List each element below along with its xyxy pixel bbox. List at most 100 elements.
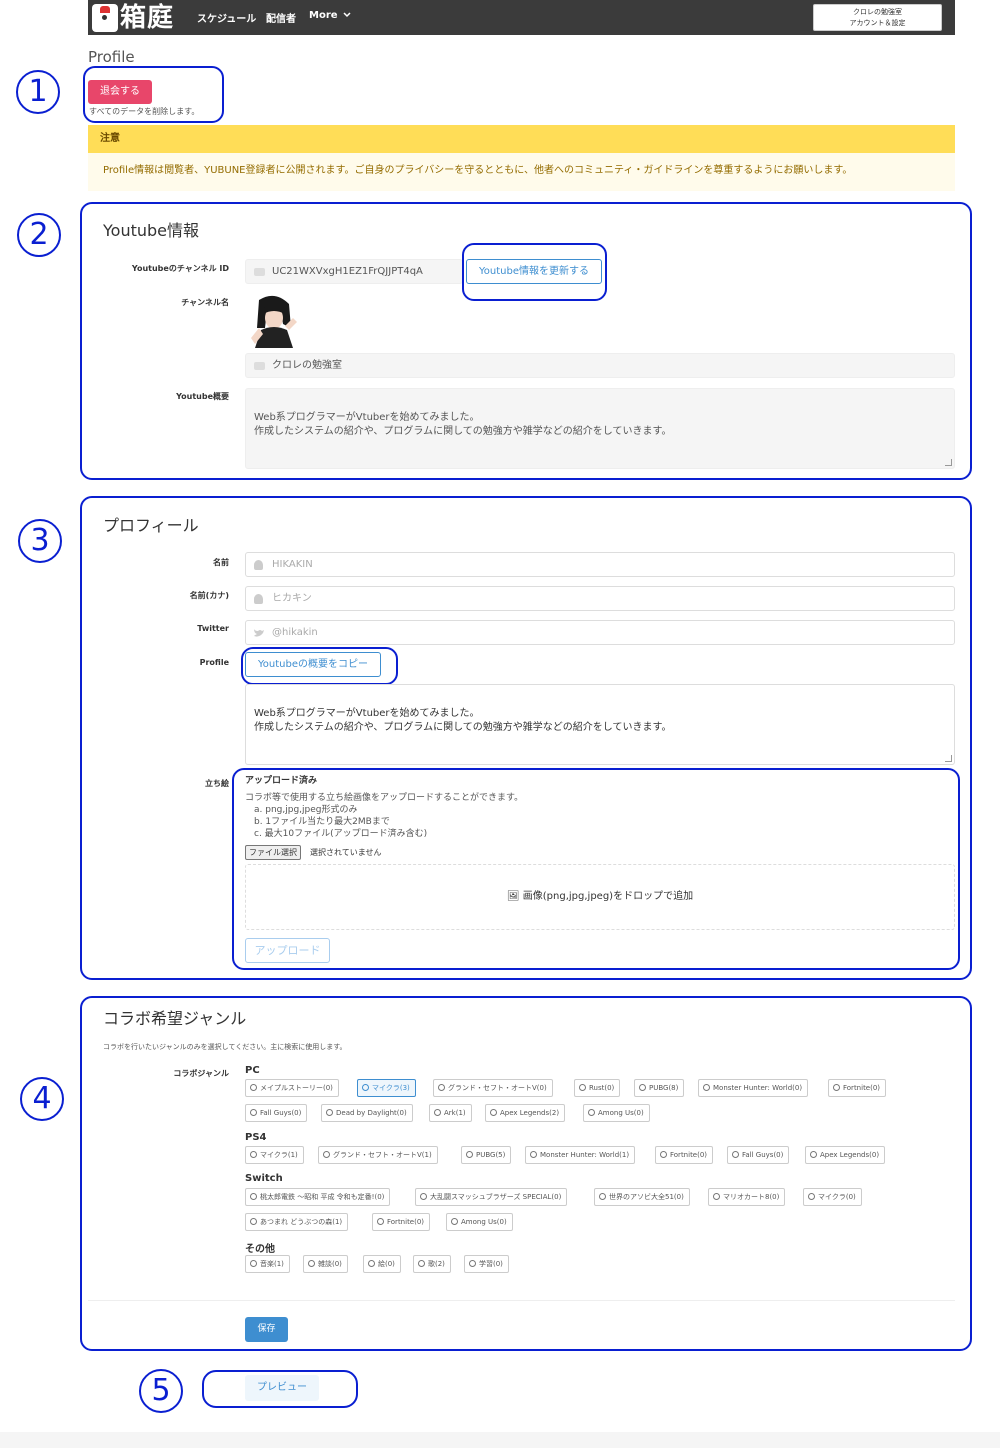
genre-tag-label: 歌(2)	[428, 1260, 445, 1268]
genre-tag-label: Apex Legends(0)	[820, 1151, 880, 1159]
genre-tag-label: Among Us(0)	[461, 1218, 507, 1226]
save-button[interactable]: 保存	[245, 1317, 288, 1342]
page: 箱庭 スケジュール 配信者 More クロレの勉強室 アカウント＆設定 Prof…	[0, 0, 1000, 1448]
genre-tag[interactable]: Monster Hunter: World(0)	[698, 1079, 809, 1097]
radio-circle-icon	[703, 1084, 710, 1091]
genre-tag[interactable]: 桃太郎電鉄 〜昭和 平成 令和も定番!(0)	[245, 1188, 391, 1206]
logo-text: 箱庭	[120, 3, 175, 33]
nav-link-streamers[interactable]: 配信者	[266, 10, 296, 25]
genre-tag[interactable]: PUBG(8)	[634, 1079, 685, 1097]
genre-tag-label: Fortnite(0)	[670, 1151, 708, 1159]
collab-genre-label: コラボジャンル	[173, 1069, 229, 1078]
genre-tag-selected[interactable]: マイクラ(3)	[357, 1079, 416, 1097]
genre-group-ps4: PS4	[245, 1132, 267, 1143]
channel-id-label: Youtubeのチャンネル ID	[131, 264, 229, 273]
genre-tag[interactable]: Among Us(0)	[583, 1104, 650, 1122]
genre-tag-label: 世界のアソビ大全51(0)	[609, 1193, 684, 1201]
genre-tag[interactable]: Fortnite(0)	[655, 1146, 714, 1164]
account-settings-button[interactable]: クロレの勉強室 アカウント＆設定	[813, 4, 942, 31]
genre-tag[interactable]: Fortnite(0)	[372, 1213, 431, 1231]
genre-tag[interactable]: マリオカート8(0)	[708, 1188, 786, 1206]
genre-tag-label: 雑談(0)	[318, 1260, 342, 1268]
youtube-section-title: Youtube情報	[103, 221, 199, 240]
radio-circle-icon	[250, 1260, 257, 1267]
genre-tag-label: マイクラ(1)	[260, 1151, 298, 1159]
genre-tag-label: PUBG(5)	[476, 1151, 506, 1159]
radio-circle-icon	[250, 1151, 257, 1158]
twitter-input[interactable]: @hikakin	[245, 620, 955, 645]
genre-group-pc: PC	[245, 1065, 260, 1076]
nav-link-schedule[interactable]: スケジュール	[197, 10, 256, 25]
genre-tag-label: Monster Hunter: World(1)	[540, 1151, 630, 1159]
genre-tag[interactable]: Rust(0)	[574, 1079, 621, 1097]
annotation-box-1	[83, 66, 224, 123]
genre-tag[interactable]: グランド・セフト・オートV(0)	[433, 1079, 553, 1097]
genre-tag-label: Apex Legends(2)	[500, 1109, 560, 1117]
genre-tag[interactable]: あつまれ どうぶつの森(1)	[245, 1213, 349, 1231]
nav-link-more[interactable]: More	[309, 10, 351, 21]
annotation-number-3: 3	[18, 519, 62, 563]
youtube-summary-label: Youtube概要	[176, 392, 229, 401]
radio-circle-icon	[250, 1193, 257, 1200]
genre-tag-label: Dead by Daylight(0)	[336, 1109, 407, 1117]
kana-input[interactable]: ヒカキン	[245, 586, 955, 611]
genre-tag[interactable]: マイクラ(0)	[803, 1188, 862, 1206]
genre-tag[interactable]: Fall Guys(0)	[727, 1146, 790, 1164]
annotation-box-5	[202, 1370, 358, 1408]
genre-tag[interactable]: グランド・セフト・オートV(1)	[318, 1146, 438, 1164]
site-logo[interactable]: 箱庭	[92, 2, 186, 34]
genre-tag[interactable]: Dead by Daylight(0)	[321, 1104, 413, 1122]
genre-tag[interactable]: 絵(0)	[363, 1255, 401, 1273]
radio-circle-icon	[420, 1193, 427, 1200]
name-input[interactable]: HIKAKIN	[245, 552, 955, 577]
annotation-box-refresh	[462, 243, 607, 301]
genre-tag[interactable]: 雑談(0)	[303, 1255, 348, 1273]
genre-tag[interactable]: 世界のアソビ大全51(0)	[594, 1188, 690, 1206]
resize-handle-icon	[945, 459, 952, 466]
genre-tag[interactable]: 学習(0)	[464, 1255, 509, 1273]
genre-tag[interactable]: Fall Guys(0)	[245, 1104, 308, 1122]
genre-tag[interactable]: Apex Legends(2)	[485, 1104, 566, 1122]
radio-circle-icon	[418, 1260, 425, 1267]
genre-tag[interactable]: Fortnite(0)	[828, 1079, 887, 1097]
genre-tag-label: Rust(0)	[589, 1084, 615, 1092]
radio-circle-icon	[530, 1151, 537, 1158]
twitter-bird-icon	[254, 629, 264, 637]
channel-id-field: UC21WXVxgH1EZ1FrQJJPT4qA	[245, 259, 463, 284]
genre-tag-label: メイプルストーリー(0)	[260, 1084, 333, 1092]
genre-tag[interactable]: PUBG(5)	[461, 1146, 512, 1164]
twitter-label: Twitter	[197, 624, 229, 633]
genre-tag[interactable]: 歌(2)	[413, 1255, 451, 1273]
genre-tag[interactable]: Ark(1)	[429, 1104, 472, 1122]
radio-circle-icon	[833, 1084, 840, 1091]
radio-circle-icon	[250, 1109, 257, 1116]
radio-circle-icon	[713, 1193, 720, 1200]
notice-title: 注意	[88, 125, 955, 153]
section-divider	[88, 1300, 955, 1301]
genre-tag-label: グランド・セフト・オートV(1)	[333, 1151, 432, 1159]
kana-label: 名前(カナ)	[189, 591, 229, 600]
genre-tag[interactable]: Apex Legends(0)	[805, 1146, 886, 1164]
channel-name-field: クロレの勉強室	[245, 353, 955, 378]
chevron-down-icon	[343, 12, 351, 18]
genre-tag[interactable]: マイクラ(1)	[245, 1146, 304, 1164]
user-icon	[254, 560, 263, 570]
profile-textarea[interactable]: Web系プログラマーがVtuberを始めてみました。 作成したシステムの紹介や、…	[245, 684, 955, 765]
radio-circle-icon	[451, 1218, 458, 1225]
name-placeholder: HIKAKIN	[272, 559, 313, 570]
genre-tag[interactable]: メイプルストーリー(0)	[245, 1079, 339, 1097]
account-name: クロレの勉強室	[853, 8, 902, 16]
radio-circle-icon	[588, 1109, 595, 1116]
radio-circle-icon	[660, 1151, 667, 1158]
genre-tag[interactable]: 大乱闘スマッシュブラザーズ SPECIAL(0)	[415, 1188, 568, 1206]
collab-note: コラボを行いたいジャンルのみを選択してください。主に検索に使用します。	[103, 1043, 347, 1051]
genre-tag[interactable]: 音楽(1)	[245, 1255, 290, 1273]
radio-circle-icon	[639, 1084, 646, 1091]
radio-circle-icon	[308, 1260, 315, 1267]
genre-tag[interactable]: Among Us(0)	[446, 1213, 513, 1231]
chicken-logo-icon	[92, 4, 118, 32]
page-title: Profile	[88, 48, 135, 66]
genre-tag[interactable]: Monster Hunter: World(1)	[525, 1146, 636, 1164]
genre-tag-label: Ark(1)	[444, 1109, 466, 1117]
genre-tag-label: 音楽(1)	[260, 1260, 284, 1268]
